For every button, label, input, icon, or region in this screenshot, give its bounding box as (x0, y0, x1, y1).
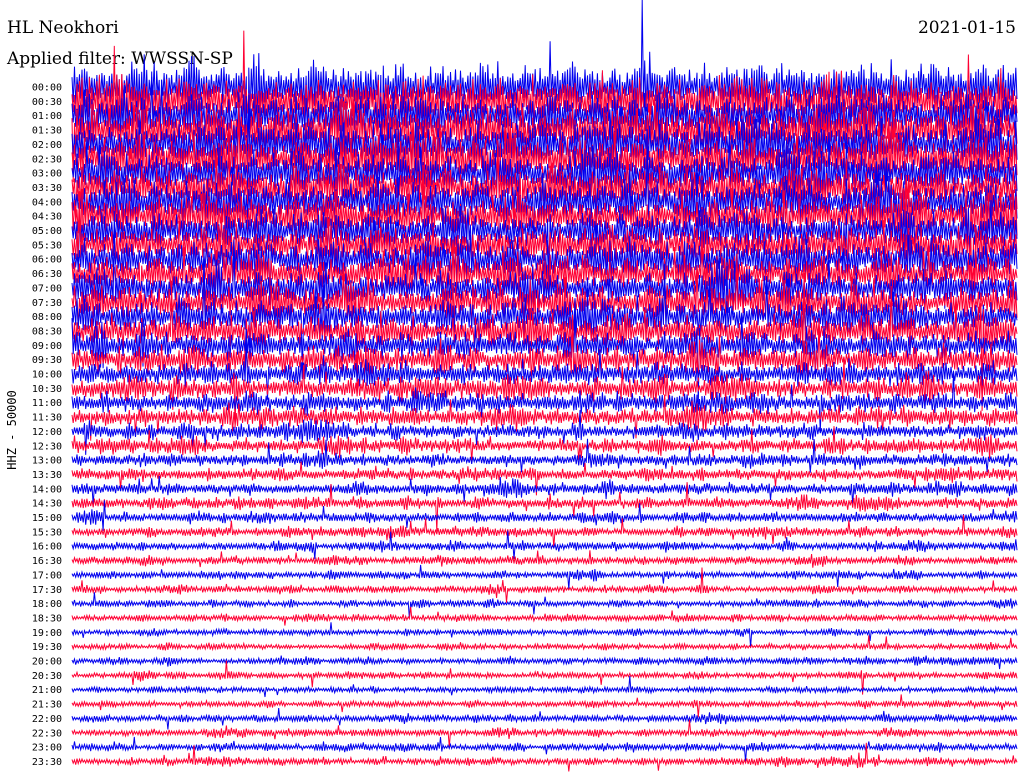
time-label: 17:00 (32, 570, 62, 581)
trace-row (71, 635, 1018, 652)
time-label: 23:00 (32, 743, 62, 754)
time-label: 10:30 (32, 384, 62, 395)
time-label: 14:30 (32, 499, 62, 510)
time-label: 05:30 (32, 240, 62, 251)
time-label: 05:00 (32, 226, 62, 237)
trace-row (71, 530, 1018, 560)
time-label: 00:30 (32, 97, 62, 108)
time-label: 07:30 (32, 298, 62, 309)
time-label: 00:00 (32, 83, 62, 94)
time-label: 03:30 (32, 183, 62, 194)
time-label: 15:00 (32, 513, 62, 524)
time-label: 12:30 (32, 441, 62, 452)
trace-row (71, 550, 1018, 568)
time-label: 23:30 (32, 757, 62, 768)
time-label: 20:00 (32, 657, 62, 668)
time-label: 06:00 (32, 255, 62, 266)
time-label: 19:30 (32, 642, 62, 653)
time-label: 14:00 (32, 484, 62, 495)
trace-row (71, 564, 1018, 590)
time-label: 04:30 (32, 212, 62, 223)
time-label: 19:00 (32, 628, 62, 639)
time-label: 09:00 (32, 341, 62, 352)
time-label: 15:30 (32, 527, 62, 538)
time-label: 13:00 (32, 456, 62, 467)
time-label: 07:00 (32, 283, 62, 294)
time-label: 10:00 (32, 370, 62, 381)
trace-row (71, 707, 1018, 730)
trace-row (71, 655, 1018, 670)
time-label: 12:00 (32, 427, 62, 438)
time-label: 22:30 (32, 728, 62, 739)
time-label: 02:00 (32, 140, 62, 151)
time-label: 08:00 (32, 312, 62, 323)
time-label: 16:00 (32, 542, 62, 553)
time-label: 22:00 (32, 714, 62, 725)
helicorder-plot: 00:00 00:30 01:00 01:30 02:00 02:30 03:00 03:30… (32, 0, 1018, 772)
time-label: 02:30 (32, 154, 62, 165)
time-label: 01:30 (32, 126, 62, 137)
time-label: 11:30 (32, 413, 62, 424)
time-label: 06:30 (32, 269, 62, 280)
time-label: 01:00 (32, 111, 62, 122)
trace-row (71, 736, 1018, 762)
time-label: 16:30 (32, 556, 62, 567)
time-label: 09:30 (32, 355, 62, 366)
trace-row (71, 675, 1018, 698)
trace-row (71, 475, 1018, 505)
time-label: 17:30 (32, 585, 62, 596)
time-label: 18:00 (32, 599, 62, 610)
time-label-layer: 00:00 00:30 01:00 01:30 02:00 02:30 03:00 03:30… (32, 83, 62, 768)
trace-layer (71, 0, 1018, 772)
trace-row (71, 606, 1018, 626)
time-label: 18:30 (32, 613, 62, 624)
time-label: 13:30 (32, 470, 62, 481)
time-label: 21:00 (32, 685, 62, 696)
trace-row (71, 694, 1018, 718)
time-label: 08:30 (32, 326, 62, 337)
time-label: 11:00 (32, 398, 62, 409)
time-label: 04:00 (32, 197, 62, 208)
trace-row (71, 719, 1018, 747)
time-label: 21:30 (32, 700, 62, 711)
time-label: 20:30 (32, 671, 62, 682)
time-label: 03:00 (32, 169, 62, 180)
